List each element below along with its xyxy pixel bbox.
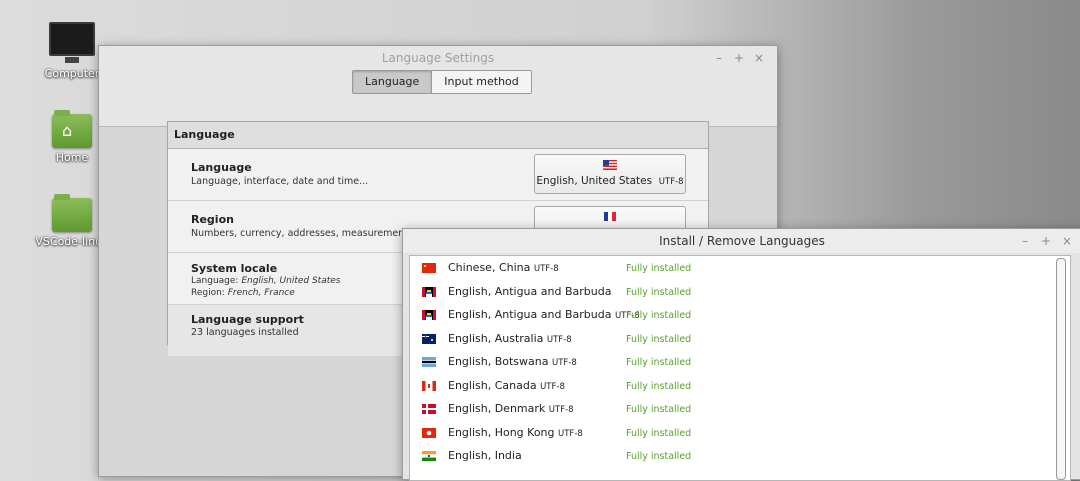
install-status: Fully installed <box>626 427 692 439</box>
language-name: Chinese, China UTF-8 <box>448 256 559 282</box>
install-remove-languages-window: Install / Remove Languages – + × Chinese… <box>402 228 1080 481</box>
language-row: Language Language, interface, date and t… <box>168 149 708 201</box>
install-status: Fully installed <box>626 357 692 368</box>
list-item[interactable]: English, Botswana UTF-8 Fully installed <box>410 350 1070 374</box>
language-name: English, Denmark UTF-8 <box>448 397 574 423</box>
maximize-button[interactable]: + <box>1038 229 1054 253</box>
list-item[interactable]: English, Canada UTF-8 Fully installed <box>410 374 1070 398</box>
language-name: English, Antigua and Barbuda <box>448 280 611 306</box>
language-name-text: English, Antigua and Barbuda <box>448 284 612 298</box>
row-title: Region <box>191 213 234 226</box>
language-name-text: English, Denmark <box>448 402 546 415</box>
language-name-text: English, Hong Kong <box>448 425 555 439</box>
tab-bar: Language Input method <box>352 70 532 94</box>
india-flag-icon <box>422 451 436 461</box>
language-select-button[interactable]: English, United States UTF-8 <box>534 154 686 194</box>
language-settings-titlebar[interactable]: Language Settings – + × <box>99 46 777 70</box>
china-flag-icon <box>422 263 436 273</box>
language-encoding: UTF-8 <box>551 358 577 368</box>
canada-flag-icon <box>422 380 436 391</box>
row-subtitle: 23 languages installed <box>191 327 299 338</box>
list-item[interactable]: English, Australia UTF-8 Fully installed <box>410 327 1070 351</box>
locale-region-value: French, France <box>227 288 295 298</box>
maximize-button[interactable]: + <box>731 46 747 70</box>
language-name-text: English, Australia <box>448 331 544 345</box>
hong-kong-flag-icon <box>422 427 436 438</box>
language-name-text: English, Antigua and Barbuda <box>448 308 612 321</box>
language-name: English, Hong Kong UTF-8 <box>448 421 583 447</box>
list-item[interactable]: English, Antigua and Barbuda UTF-8 Fully… <box>410 303 1070 327</box>
language-encoding: UTF-8 <box>546 334 572 345</box>
antigua-flag-icon <box>422 286 436 297</box>
language-name: English, Canada UTF-8 <box>448 374 565 400</box>
language-name-text: English, India <box>448 449 522 462</box>
language-encoding: UTF-8 <box>558 428 583 439</box>
computer-icon <box>49 22 95 63</box>
window-title: Language Settings <box>381 51 495 65</box>
header-strip: Language Input method <box>99 70 777 127</box>
list-item[interactable]: English, Denmark UTF-8 Fully installed <box>410 397 1070 421</box>
install-status: Fully installed <box>626 451 692 462</box>
close-button[interactable]: × <box>751 46 767 70</box>
row-title: Language support <box>191 313 304 326</box>
close-button[interactable]: × <box>1059 229 1075 253</box>
row-title: Language <box>191 161 252 174</box>
install-status: Fully installed <box>626 333 692 345</box>
home-folder-icon: ⌂ <box>52 110 92 148</box>
language-encoding: UTF-8 <box>540 381 565 392</box>
language-encoding: UTF-8 <box>548 405 574 415</box>
antigua-flag-icon <box>422 310 436 320</box>
install-status: Fully installed <box>626 263 692 274</box>
vertical-scrollbar[interactable] <box>1056 258 1066 480</box>
language-name: English, Botswana UTF-8 <box>448 350 577 376</box>
language-button-label: English, United States <box>536 175 653 187</box>
install-status: Fully installed <box>626 380 692 392</box>
language-name-text: Chinese, China <box>448 261 531 274</box>
minimize-button[interactable]: – <box>1017 229 1033 253</box>
language-name: English, Antigua and Barbuda UTF-8 <box>448 303 640 329</box>
australia-flag-icon <box>422 333 436 344</box>
france-flag-icon <box>604 212 616 221</box>
tab-language[interactable]: Language <box>353 71 433 93</box>
install-status: Fully installed <box>626 404 692 415</box>
language-list[interactable]: Chinese, China UTF-8 Fully installed Eng… <box>409 255 1071 481</box>
language-name: English, India <box>448 444 522 470</box>
list-item[interactable]: English, India Fully installed <box>410 444 1070 468</box>
language-name-text: English, Botswana <box>448 355 549 368</box>
row-title: System locale <box>191 262 278 275</box>
install-remove-titlebar[interactable]: Install / Remove Languages – + × <box>403 229 1080 253</box>
locale-region-prefix: Region: <box>191 288 228 298</box>
botswana-flag-icon <box>422 357 436 367</box>
system-locale-details: Language: English, United States Region:… <box>191 275 340 299</box>
locale-language-value: English, United States <box>241 276 341 286</box>
list-item[interactable]: English, Hong Kong UTF-8 Fully installed <box>410 421 1070 445</box>
install-status: Fully installed <box>626 286 692 298</box>
minimize-button[interactable]: – <box>711 46 727 70</box>
list-item[interactable]: Chinese, China UTF-8 Fully installed <box>410 256 1070 280</box>
tab-input-method[interactable]: Input method <box>432 71 531 93</box>
folder-icon <box>52 194 92 232</box>
list-item[interactable]: English, Antigua and Barbuda Fully insta… <box>410 280 1070 304</box>
row-subtitle: Numbers, currency, addresses, measuremen… <box>191 228 418 239</box>
locale-language-prefix: Language: <box>191 276 242 286</box>
language-button-encoding: UTF-8 <box>658 177 684 187</box>
row-subtitle: Language, interface, date and time... <box>191 176 369 187</box>
language-encoding: UTF-8 <box>533 264 559 274</box>
us-flag-icon <box>603 160 617 170</box>
language-name: English, Australia UTF-8 <box>448 327 572 353</box>
language-name-text: English, Canada <box>448 378 537 392</box>
window-title: Install / Remove Languages <box>659 234 825 248</box>
denmark-flag-icon <box>422 404 436 414</box>
install-status: Fully installed <box>626 310 692 321</box>
panel-title: Language <box>168 122 708 149</box>
